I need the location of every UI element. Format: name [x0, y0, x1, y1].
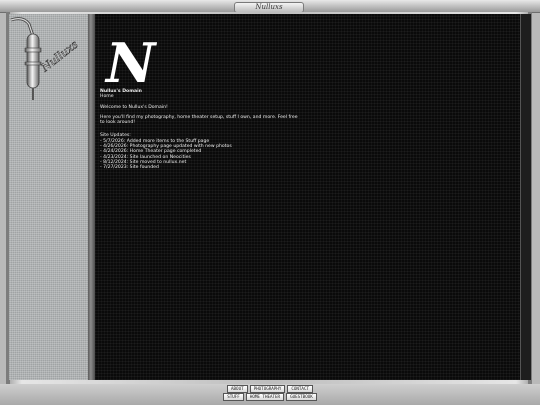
microphone-logo-icon: Nulluxs: [10, 17, 81, 100]
updates-list: - 5/7/2026: Added more items to the Stuf…: [100, 139, 300, 171]
sidebar: Nulluxs: [9, 14, 89, 380]
nav-about-button[interactable]: ABOUT: [227, 385, 248, 393]
scrollbar[interactable]: [520, 14, 531, 380]
site-logo-n: N: [104, 31, 158, 92]
sidebar-logo-text: Nulluxs: [38, 38, 81, 75]
nav-contact-button[interactable]: CONTACT: [287, 385, 313, 393]
main-content-area: N Nullux's Domain Home Welcome to Nullux…: [95, 14, 520, 380]
nav-row-bottom: STUFF HOME THEATER GUESTBOOK: [0, 393, 540, 401]
nav-photography-button[interactable]: PHOTOGRAPHY: [249, 385, 286, 393]
sidebar-divider: [88, 14, 95, 380]
content-text: Nullux's Domain Home Welcome to Nullux's…: [100, 89, 300, 171]
nav-stuff-button[interactable]: STUFF: [223, 393, 244, 401]
list-item: - 7/27/2023: Site founded: [100, 165, 159, 171]
nav-row-top: ABOUT PHOTOGRAPHY CONTACT: [0, 385, 540, 393]
intro-text: Here you'll find my photography, home th…: [100, 114, 298, 126]
footer-nav: ABOUT PHOTOGRAPHY CONTACT STUFF HOME THEATE…: [0, 384, 540, 405]
svg-text:N: N: [104, 31, 158, 92]
nav-guestbook-button[interactable]: GUESTBOOK: [286, 393, 317, 401]
nav-home-theater-button[interactable]: HOME THEATER: [245, 393, 285, 401]
